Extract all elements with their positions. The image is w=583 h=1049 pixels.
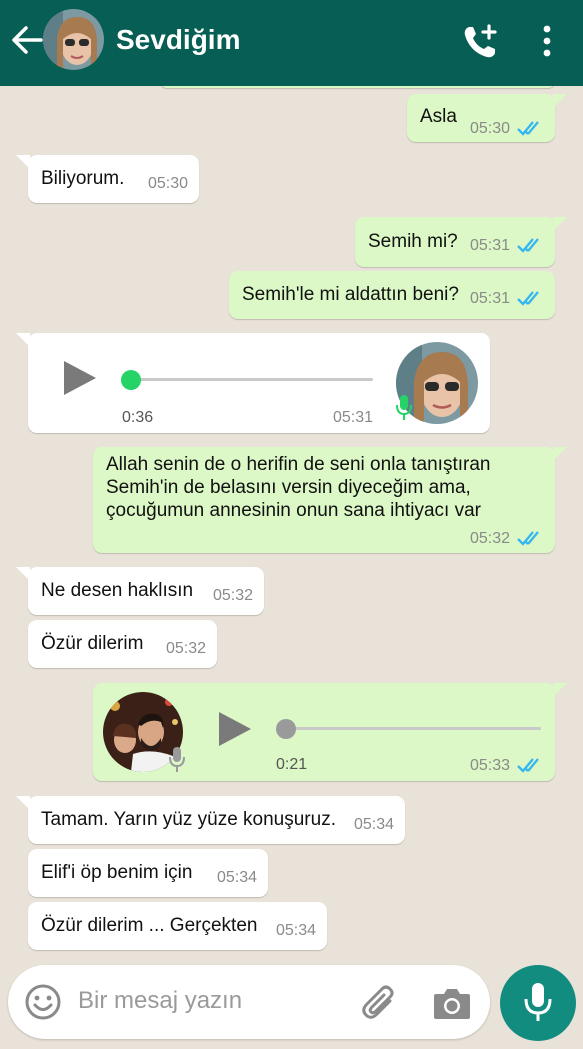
message-time: 05:30 (148, 175, 189, 192)
message-time: 05:33 (470, 757, 511, 774)
message-bubble-partial (160, 86, 555, 88)
voice-progress-knob[interactable] (121, 370, 141, 390)
voice-duration: 0:36 (122, 409, 154, 426)
voice-progress-track[interactable] (286, 727, 541, 730)
message-text: Allah senin de o herifin de seni onla ta… (106, 454, 491, 521)
message-list[interactable]: Asla 05:30 Biliyorum. 05:30 Semih mi? 05… (0, 86, 583, 963)
message-text: Ne desen haklısın (41, 580, 194, 601)
back-arrow-icon[interactable] (10, 22, 44, 58)
message-bubble[interactable]: Asla 05:30 (407, 94, 567, 142)
message-time: 05:34 (354, 816, 395, 833)
message-text: Semih mi? (368, 231, 458, 252)
voice-progress-track[interactable] (130, 378, 373, 381)
message-text: Özür dilerim (41, 633, 144, 654)
message-text: Özür dilerim ... Gerçekten (41, 915, 258, 936)
read-ticks-icon (517, 121, 539, 136)
message-text: Elif'i öp benim için (41, 862, 193, 883)
play-icon[interactable] (60, 358, 100, 398)
contact-name[interactable]: Sevdiğim (116, 23, 240, 57)
read-ticks-icon (517, 238, 539, 253)
message-text: Semih'le mi aldattın beni? (242, 284, 459, 305)
mic-icon (169, 747, 185, 772)
message-time: 05:32 (213, 587, 254, 604)
message-time: 05:31 (333, 409, 374, 426)
message-time: 05:34 (217, 869, 258, 886)
record-voice-button[interactable] (500, 965, 576, 1041)
play-icon[interactable] (215, 709, 255, 749)
attach-icon[interactable] (360, 983, 400, 1023)
voice-message-bubble[interactable]: 0:36 05:31 (16, 333, 490, 433)
message-bubble[interactable]: Elif'i öp benim için 05:34 (28, 849, 268, 897)
message-text: Biliyorum. (41, 168, 125, 189)
message-bubble[interactable]: Semih'le mi aldattın beni? 05:31 (229, 271, 555, 319)
read-ticks-icon (517, 758, 539, 773)
message-time: 05:34 (276, 922, 317, 939)
emoji-icon[interactable] (24, 983, 62, 1021)
contact-avatar[interactable] (43, 9, 104, 70)
message-time: 05:30 (470, 120, 511, 137)
read-ticks-icon (517, 291, 539, 306)
message-input[interactable]: Bir mesaj yazın (78, 987, 242, 1015)
chat-header: Sevdiğim (0, 0, 583, 86)
message-composer: Bir mesaj yazın (8, 965, 490, 1039)
message-bubble[interactable]: Semih mi? 05:31 (355, 217, 567, 267)
voice-message-bubble[interactable]: 0:21 05:33 (93, 683, 567, 781)
camera-icon[interactable] (432, 984, 472, 1022)
message-bubble[interactable]: Allah senin de o herifin de seni onla ta… (93, 447, 567, 553)
message-time: 05:32 (166, 640, 207, 657)
message-bubble[interactable]: Özür dilerim ... Gerçekten 05:34 (28, 902, 327, 950)
message-bubble[interactable]: Tamam. Yarın yüz yüze konuşuruz. 05:34 (16, 796, 405, 844)
message-bubble[interactable]: Ne desen haklısın 05:32 (16, 567, 264, 615)
mic-icon (524, 983, 552, 1021)
message-bubble[interactable]: Biliyorum. 05:30 (16, 155, 199, 203)
message-time: 05:31 (470, 237, 511, 254)
read-ticks-icon (517, 531, 539, 546)
message-text: Tamam. Yarın yüz yüze konuşuruz. (41, 809, 336, 830)
mic-icon (396, 395, 412, 420)
more-vert-icon[interactable] (534, 24, 560, 58)
add-call-icon[interactable] (460, 22, 500, 62)
message-text: Asla (420, 106, 457, 127)
voice-duration: 0:21 (276, 756, 308, 773)
message-time: 05:32 (470, 530, 511, 547)
message-time: 05:31 (470, 290, 511, 307)
voice-progress-knob[interactable] (276, 719, 296, 739)
message-bubble[interactable]: Özür dilerim 05:32 (28, 620, 217, 668)
